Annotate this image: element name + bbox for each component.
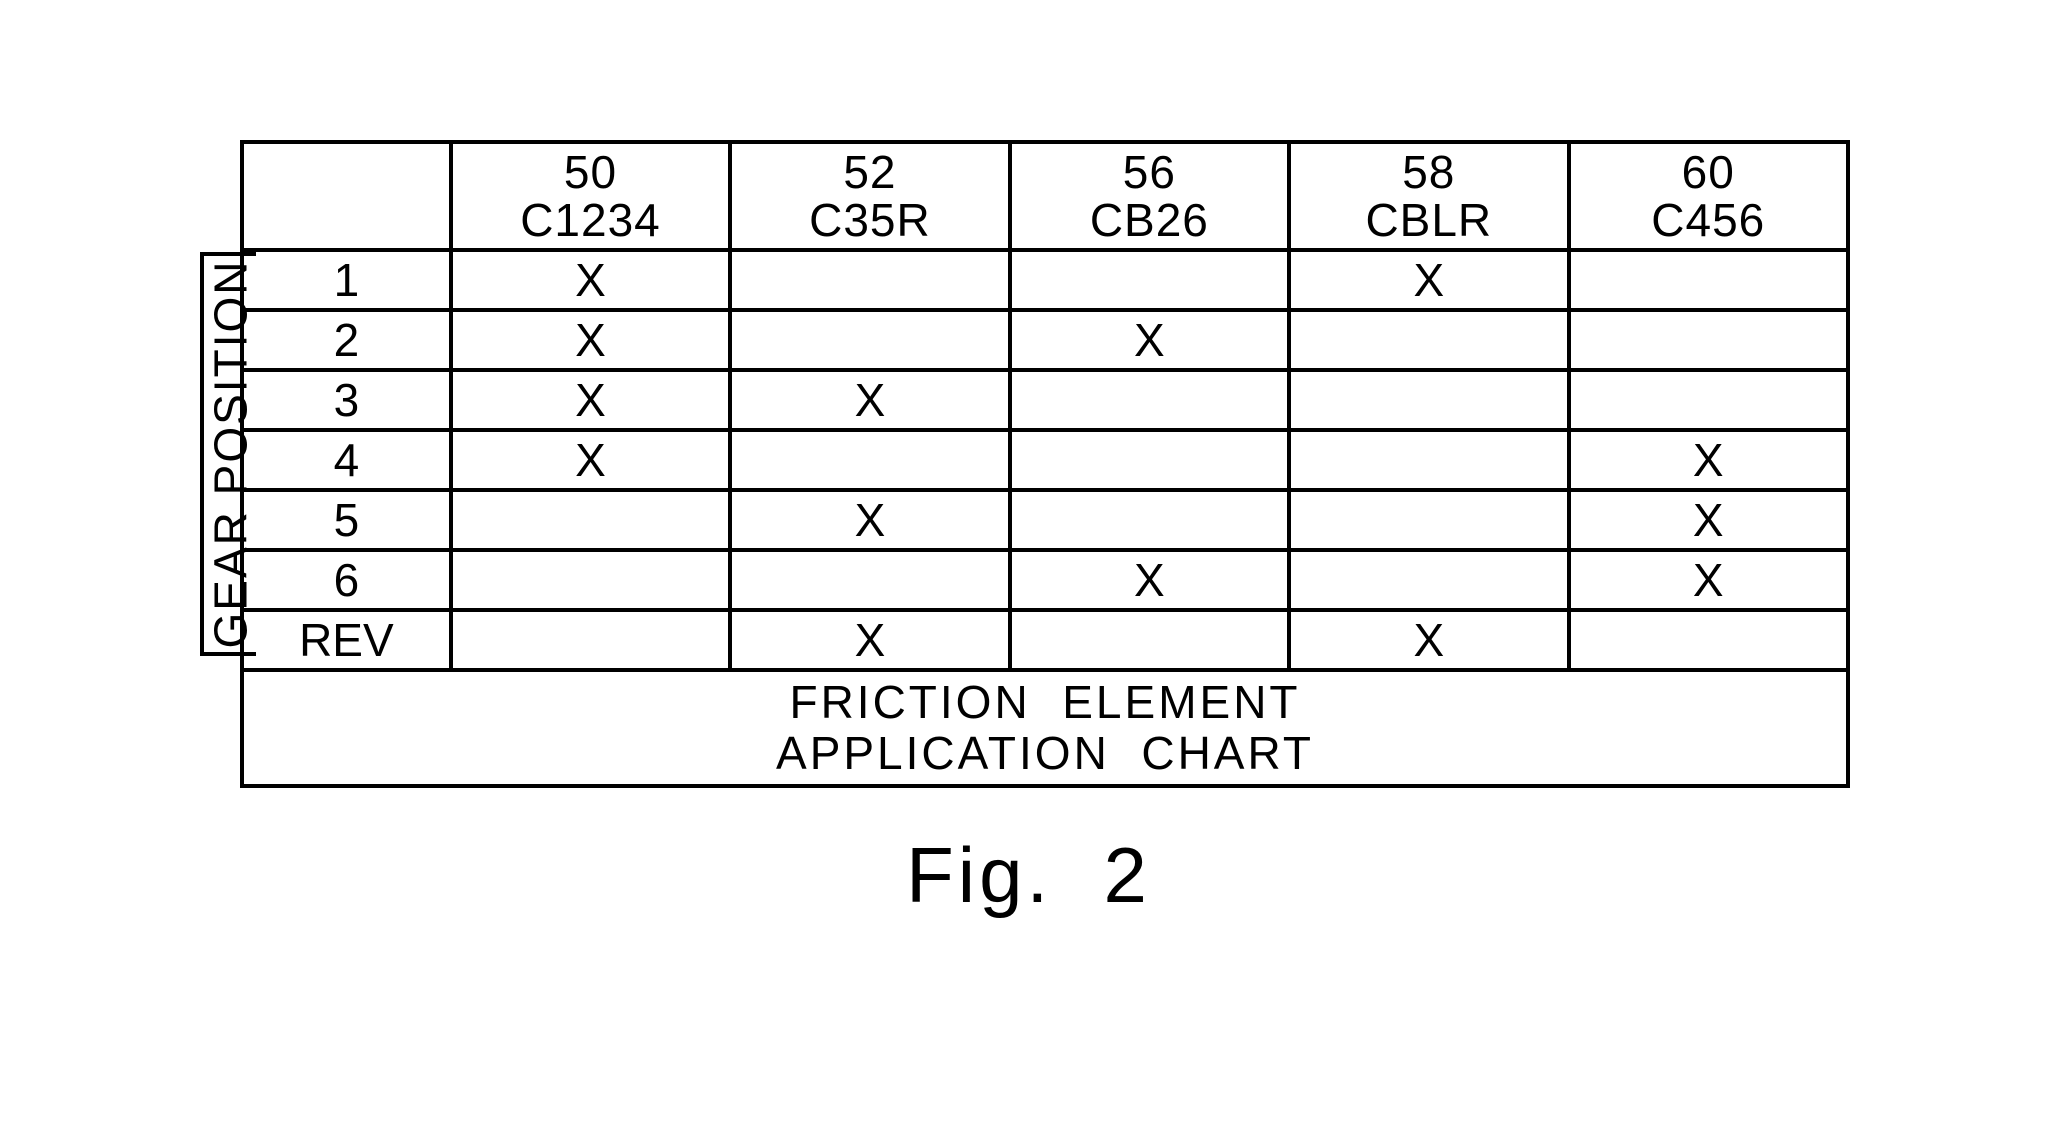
header-col-4-code: C456 xyxy=(1651,196,1765,244)
table-row: 1 X X xyxy=(242,250,1848,310)
header-col-2: 56 CB26 xyxy=(1010,142,1289,250)
figure-caption: Fig. 2 xyxy=(0,830,2057,921)
header-col-2-num: 56 xyxy=(1123,148,1176,196)
header-col-1: 52 C35R xyxy=(730,142,1009,250)
row-4-col-0 xyxy=(451,490,730,550)
row-2-label: 3 xyxy=(242,370,451,430)
header-col-3-num: 58 xyxy=(1402,148,1455,196)
friction-element-table: 50 C1234 52 C35R 56 CB26 xyxy=(240,140,1850,788)
table-header-row: 50 C1234 52 C35R 56 CB26 xyxy=(242,142,1848,250)
row-6-label: REV xyxy=(242,610,451,670)
table-title-cell: FRICTION ELEMENT APPLICATION CHART xyxy=(242,670,1848,786)
row-0-col-3: X xyxy=(1289,250,1568,310)
row-5-col-2: X xyxy=(1010,550,1289,610)
row-5-col-0 xyxy=(451,550,730,610)
row-2-col-2 xyxy=(1010,370,1289,430)
row-2-col-0: X xyxy=(451,370,730,430)
row-2-col-4 xyxy=(1569,370,1848,430)
row-6-col-3: X xyxy=(1289,610,1568,670)
row-4-col-3 xyxy=(1289,490,1568,550)
header-col-3-code: CBLR xyxy=(1365,196,1492,244)
row-2-col-3 xyxy=(1289,370,1568,430)
table-container: 50 C1234 52 C35R 56 CB26 xyxy=(240,140,1850,788)
table-row: REV X X xyxy=(242,610,1848,670)
row-3-label: 4 xyxy=(242,430,451,490)
row-5-col-4: X xyxy=(1569,550,1848,610)
header-col-0-num: 50 xyxy=(564,148,617,196)
row-1-label: 2 xyxy=(242,310,451,370)
header-blank xyxy=(242,142,451,250)
header-col-1-num: 52 xyxy=(843,148,896,196)
page: GEAR POSITION 50 C1234 xyxy=(0,0,2057,1127)
row-6-col-4 xyxy=(1569,610,1848,670)
header-col-0: 50 C1234 xyxy=(451,142,730,250)
table-row: 5 X X xyxy=(242,490,1848,550)
row-0-col-0: X xyxy=(451,250,730,310)
row-4-col-1: X xyxy=(730,490,1009,550)
row-3-col-1 xyxy=(730,430,1009,490)
row-0-col-2 xyxy=(1010,250,1289,310)
row-0-col-4 xyxy=(1569,250,1848,310)
table-title-line1: FRICTION ELEMENT xyxy=(789,677,1300,728)
header-col-1-code: C35R xyxy=(809,196,931,244)
table-title-line2: APPLICATION CHART xyxy=(776,728,1314,779)
row-4-label: 5 xyxy=(242,490,451,550)
header-col-2-code: CB26 xyxy=(1090,196,1209,244)
header-col-4: 60 C456 xyxy=(1569,142,1848,250)
table-row: 2 X X xyxy=(242,310,1848,370)
table-row: 3 X X xyxy=(242,370,1848,430)
row-1-col-4 xyxy=(1569,310,1848,370)
row-3-col-2 xyxy=(1010,430,1289,490)
row-4-col-2 xyxy=(1010,490,1289,550)
row-1-col-1 xyxy=(730,310,1009,370)
table-title-row: FRICTION ELEMENT APPLICATION CHART xyxy=(242,670,1848,786)
header-col-0-code: C1234 xyxy=(520,196,661,244)
row-3-col-4: X xyxy=(1569,430,1848,490)
row-5-label: 6 xyxy=(242,550,451,610)
header-col-4-num: 60 xyxy=(1682,148,1735,196)
row-4-col-4: X xyxy=(1569,490,1848,550)
row-0-label: 1 xyxy=(242,250,451,310)
row-5-col-1 xyxy=(730,550,1009,610)
table-row: 6 X X xyxy=(242,550,1848,610)
row-1-col-2: X xyxy=(1010,310,1289,370)
row-1-col-3 xyxy=(1289,310,1568,370)
table-row: 4 X X xyxy=(242,430,1848,490)
row-6-col-1: X xyxy=(730,610,1009,670)
row-6-col-0 xyxy=(451,610,730,670)
row-2-col-1: X xyxy=(730,370,1009,430)
row-5-col-3 xyxy=(1289,550,1568,610)
row-1-col-0: X xyxy=(451,310,730,370)
header-col-3: 58 CBLR xyxy=(1289,142,1568,250)
row-0-col-1 xyxy=(730,250,1009,310)
row-6-col-2 xyxy=(1010,610,1289,670)
row-3-col-0: X xyxy=(451,430,730,490)
row-3-col-3 xyxy=(1289,430,1568,490)
